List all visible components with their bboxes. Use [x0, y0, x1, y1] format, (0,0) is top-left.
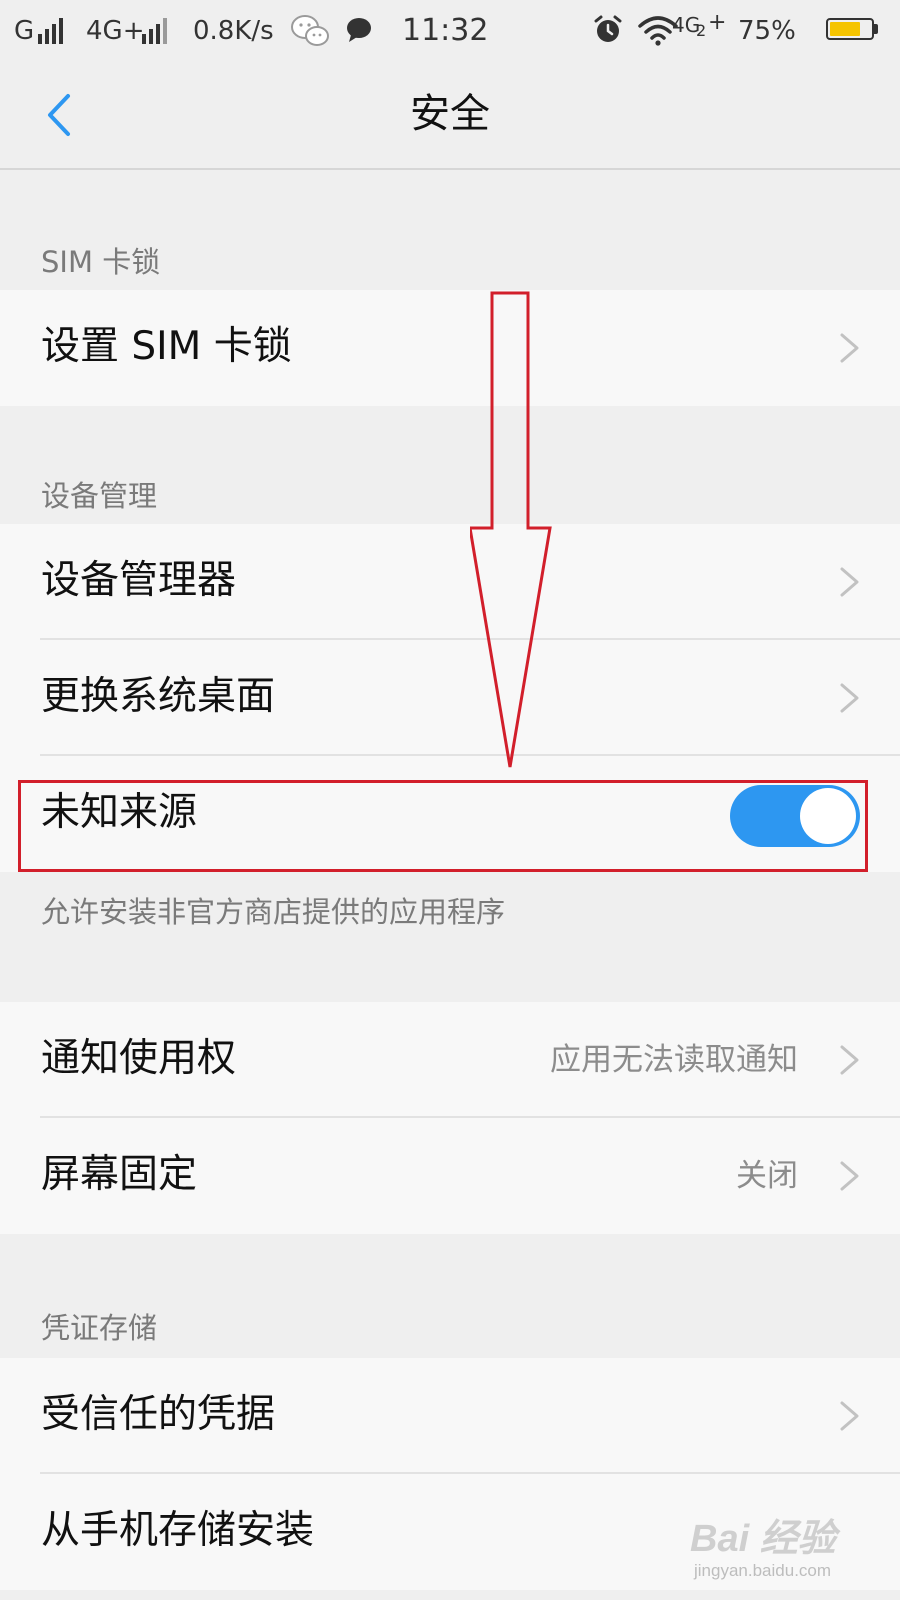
row-notification-access[interactable]: 通知使用权 应用无法读取通知	[0, 1002, 900, 1118]
net-speed-label: 0.8K/s	[193, 16, 274, 46]
row-device-admin[interactable]: 设备管理器	[0, 524, 900, 640]
carrier-2-label: 4G+	[86, 16, 145, 46]
chevron-right-icon	[840, 333, 859, 363]
battery-cap	[874, 24, 878, 34]
section-header-sim: SIM 卡锁	[41, 245, 161, 279]
title-bar: 安全	[0, 62, 900, 170]
row-value: 关闭	[736, 1158, 798, 1194]
chevron-right-icon	[840, 1045, 859, 1075]
row-change-launcher[interactable]: 更换系统桌面	[0, 640, 900, 756]
chevron-right-icon	[840, 683, 859, 713]
row-unknown-sources[interactable]: 未知来源	[0, 756, 900, 872]
alarm-icon	[594, 15, 622, 42]
row-label: 未知来源	[41, 790, 198, 835]
battery-icon	[826, 18, 874, 40]
section-header-device: 设备管理	[41, 479, 158, 513]
row-label: 受信任的凭据	[41, 1392, 276, 1437]
row-screen-pinning[interactable]: 屏幕固定 关闭	[0, 1118, 900, 1234]
row-value: 应用无法读取通知	[550, 1042, 798, 1078]
row-label: 通知使用权	[41, 1036, 237, 1081]
group-device: 设备管理器 更换系统桌面 未知来源	[0, 524, 900, 872]
sim-slot-label: 2	[696, 21, 707, 40]
toggle-knob	[800, 788, 856, 844]
row-set-sim-lock[interactable]: 设置 SIM 卡锁	[0, 290, 900, 406]
row-label: 屏幕固定	[41, 1152, 198, 1197]
page-title: 安全	[410, 91, 490, 137]
chevron-right-icon	[840, 1161, 859, 1191]
chevron-right-icon	[840, 567, 859, 597]
group-sim: 设置 SIM 卡锁	[0, 290, 900, 406]
chevron-right-icon	[840, 1401, 859, 1431]
row-label: 更换系统桌面	[41, 674, 276, 719]
message-icon	[347, 18, 371, 42]
clock-label: 11:32	[402, 13, 489, 48]
row-label: 设置 SIM 卡锁	[41, 324, 292, 369]
status-bar: G 4G+ 0.8K/s 11:32 4G 2 + 75%	[0, 0, 900, 62]
row-trusted-credentials[interactable]: 受信任的凭据	[0, 1358, 900, 1474]
group-credentials: 受信任的凭据 从手机存储安装	[0, 1358, 900, 1590]
wechat-icon	[291, 15, 329, 46]
group-misc: 通知使用权 应用无法读取通知 屏幕固定 关闭	[0, 1002, 900, 1234]
carrier-1-label: G	[14, 16, 35, 46]
row-install-from-storage[interactable]: 从手机存储安装	[0, 1474, 900, 1590]
section-header-credentials: 凭证存储	[41, 1311, 158, 1345]
battery-level-fill	[830, 22, 860, 36]
row-label: 从手机存储安装	[41, 1508, 315, 1553]
battery-percent-label: 75%	[738, 16, 796, 46]
network-plus-label: +	[708, 10, 727, 35]
unknown-sources-toggle[interactable]	[730, 785, 860, 847]
unknown-sources-hint: 允许安装非官方商店提供的应用程序	[41, 895, 506, 929]
row-label: 设备管理器	[41, 558, 237, 603]
